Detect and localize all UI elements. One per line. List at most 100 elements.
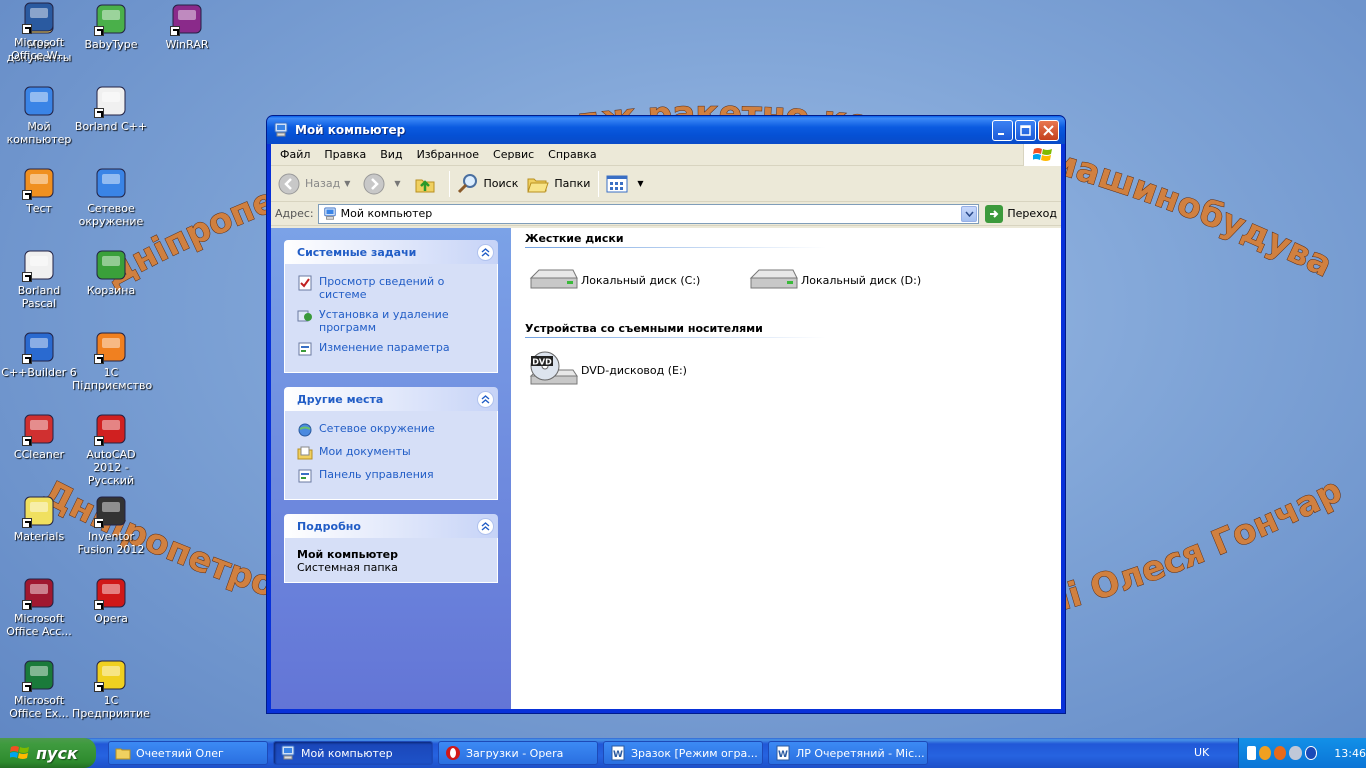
desktop-icon-borland-pascal[interactable]: Borland Pascal bbox=[0, 248, 78, 310]
desktop-icon-my-computer[interactable]: Мой компьютер bbox=[0, 84, 78, 146]
details-header[interactable]: Подробно bbox=[284, 514, 498, 538]
toolbar: Назад ▼ ▼ Поиск Папки ▼ bbox=[271, 166, 1061, 202]
minimize-button[interactable] bbox=[992, 119, 1013, 141]
desktop-icon-test[interactable]: Тест bbox=[0, 166, 78, 215]
my-computer-icon bbox=[281, 745, 295, 760]
desktop-icon-label: Сетевое окружение bbox=[78, 202, 144, 228]
desktop-icon-borland-cpp[interactable]: Borland C++ bbox=[72, 84, 150, 133]
shortcut-arrow-icon bbox=[22, 190, 32, 200]
task-word-lab[interactable]: W ЛР Очеретяний - Mic... bbox=[768, 741, 928, 765]
clock[interactable]: 13:46 bbox=[1334, 747, 1366, 760]
maximize-icon bbox=[1020, 124, 1031, 136]
menu-favorites[interactable]: Избранное bbox=[410, 148, 486, 161]
drive-e[interactable]: DVD DVD-дисковод (E:) bbox=[527, 350, 745, 390]
desktop-icon-ccleaner[interactable]: CCleaner bbox=[0, 412, 78, 461]
collapse-icon[interactable] bbox=[477, 243, 494, 261]
task-change-setting[interactable]: Изменение параметра bbox=[297, 341, 487, 357]
task-my-computer[interactable]: Мой компьютер bbox=[273, 741, 433, 765]
go-button[interactable]: Переход bbox=[985, 204, 1057, 223]
language-indicator[interactable]: UK bbox=[1194, 746, 1209, 759]
menu-file[interactable]: Файл bbox=[273, 148, 317, 161]
address-label: Адрес: bbox=[275, 207, 314, 220]
hard-drive-icon bbox=[529, 269, 578, 289]
tray-arrow-icon[interactable] bbox=[1247, 746, 1256, 760]
inventor-icon bbox=[94, 494, 128, 528]
menu-view[interactable]: Вид bbox=[373, 148, 409, 161]
window-title: Мой компьютер bbox=[295, 123, 406, 137]
desktop-icon-label: Тест bbox=[26, 202, 52, 215]
tray-network-icon[interactable] bbox=[1289, 746, 1302, 760]
menu-help[interactable]: Справка bbox=[541, 148, 603, 161]
collapse-icon[interactable] bbox=[477, 517, 494, 535]
desktop-icon-ms-excel[interactable]: Microsoft Office Ex... bbox=[0, 658, 78, 720]
system-tasks-header[interactable]: Системные задачи bbox=[284, 240, 498, 264]
desktop-icon-label: BabyType bbox=[84, 38, 138, 51]
task-word-sample[interactable]: W Зразок [Режим огра... bbox=[603, 741, 763, 765]
start-button[interactable]: пуск bbox=[0, 738, 96, 768]
dvd-drive-icon: DVD bbox=[529, 351, 578, 385]
desktop-icon-inventor[interactable]: Inventor Fusion 2012 bbox=[72, 494, 150, 556]
ms-excel-icon bbox=[22, 658, 56, 692]
word-document-icon: W bbox=[611, 745, 625, 761]
collapse-icon[interactable] bbox=[477, 390, 494, 408]
menu-edit[interactable]: Правка bbox=[317, 148, 373, 161]
address-input[interactable]: Мой компьютер bbox=[317, 203, 980, 224]
drive-c[interactable]: Локальный диск (C:) bbox=[527, 260, 745, 300]
add-remove-programs-icon bbox=[297, 310, 312, 322]
task-view-system-info[interactable]: Просмотр сведений о системе bbox=[297, 275, 487, 301]
desktop-icon-recycle-bin[interactable]: Корзина bbox=[72, 248, 150, 297]
materials-icon bbox=[22, 494, 56, 528]
shortcut-arrow-icon bbox=[94, 600, 104, 610]
opera-icon bbox=[446, 746, 460, 760]
views-button[interactable]: ▼ bbox=[605, 172, 647, 196]
address-dropdown-button[interactable] bbox=[961, 205, 978, 222]
drive-d[interactable]: Локальный диск (D:) bbox=[747, 260, 965, 300]
task-folder[interactable]: Очеетяий Олег bbox=[108, 741, 268, 765]
desktop-icon-autocad[interactable]: AutoCAD 2012 - Русский bbox=[72, 412, 150, 487]
desktop-icon-opera[interactable]: Opera bbox=[72, 576, 150, 625]
desktop-icon-cppbuilder[interactable]: C++Builder 6 bbox=[0, 330, 78, 379]
borland-cpp-icon bbox=[94, 84, 128, 118]
folder-up-icon bbox=[415, 179, 435, 192]
forward-dropdown-icon[interactable]: ▼ bbox=[394, 179, 400, 188]
desktop-icon-winrar[interactable]: WinRAR bbox=[148, 2, 226, 51]
place-network[interactable]: Сетевое окружение bbox=[297, 422, 487, 438]
opera-icon bbox=[94, 576, 128, 610]
maximize-button[interactable] bbox=[1015, 119, 1036, 141]
place-my-documents[interactable]: Мои документы bbox=[297, 445, 487, 461]
place-control-panel[interactable]: Панель управления bbox=[297, 468, 487, 484]
title-bar[interactable]: Мой компьютер bbox=[267, 116, 1065, 144]
desktop-icon-label: Мой компьютер bbox=[6, 120, 72, 146]
tray-app-icon[interactable] bbox=[1258, 746, 1272, 760]
task-opera[interactable]: Загрузки - Opera bbox=[438, 741, 598, 765]
up-button[interactable] bbox=[413, 172, 441, 196]
task-add-remove-programs[interactable]: Установка и удаление программ bbox=[297, 308, 487, 334]
forward-button[interactable]: ▼ bbox=[362, 172, 404, 196]
close-button[interactable] bbox=[1038, 119, 1059, 141]
tray-security-icon[interactable] bbox=[1304, 746, 1318, 760]
desktop-icon-1c-ua[interactable]: 1С Підприємство bbox=[72, 330, 152, 392]
views-dropdown-icon[interactable]: ▼ bbox=[637, 179, 643, 188]
search-button[interactable]: Поиск bbox=[456, 172, 518, 196]
desktop-icon-label: Borland C++ bbox=[74, 120, 148, 133]
other-places-header[interactable]: Другие места bbox=[284, 387, 498, 411]
shortcut-arrow-icon bbox=[94, 518, 104, 528]
desktop-icon-network[interactable]: Сетевое окружение bbox=[72, 166, 150, 228]
drive-e-label: DVD-дисковод (E:) bbox=[581, 363, 687, 377]
back-dropdown-icon[interactable]: ▼ bbox=[344, 179, 350, 188]
desktop-icon-babytype[interactable]: BabyType bbox=[72, 2, 150, 51]
shortcut-arrow-icon bbox=[94, 108, 104, 118]
desktop-icon-ms-access[interactable]: Microsoft Office Acc... bbox=[0, 576, 78, 638]
folders-button[interactable]: Папки bbox=[526, 172, 590, 196]
tray-opera-icon[interactable] bbox=[1274, 746, 1287, 760]
my-computer-icon bbox=[274, 122, 288, 137]
desktop-icon-ms-word[interactable]: Microsoft Office W... bbox=[0, 0, 78, 62]
menu-tools[interactable]: Сервис bbox=[486, 148, 541, 161]
desktop-icon-materials[interactable]: Materials bbox=[0, 494, 78, 543]
desktop-icon-label: CCleaner bbox=[13, 448, 65, 461]
ms-access-icon bbox=[22, 576, 56, 610]
desktop-icon-label: AutoCAD 2012 - Русский bbox=[86, 448, 136, 487]
task-label: Загрузки - Opera bbox=[466, 746, 564, 760]
desktop-icon-1c-ru[interactable]: 1С Предприятие bbox=[72, 658, 150, 720]
back-button[interactable]: Назад ▼ bbox=[277, 172, 354, 196]
